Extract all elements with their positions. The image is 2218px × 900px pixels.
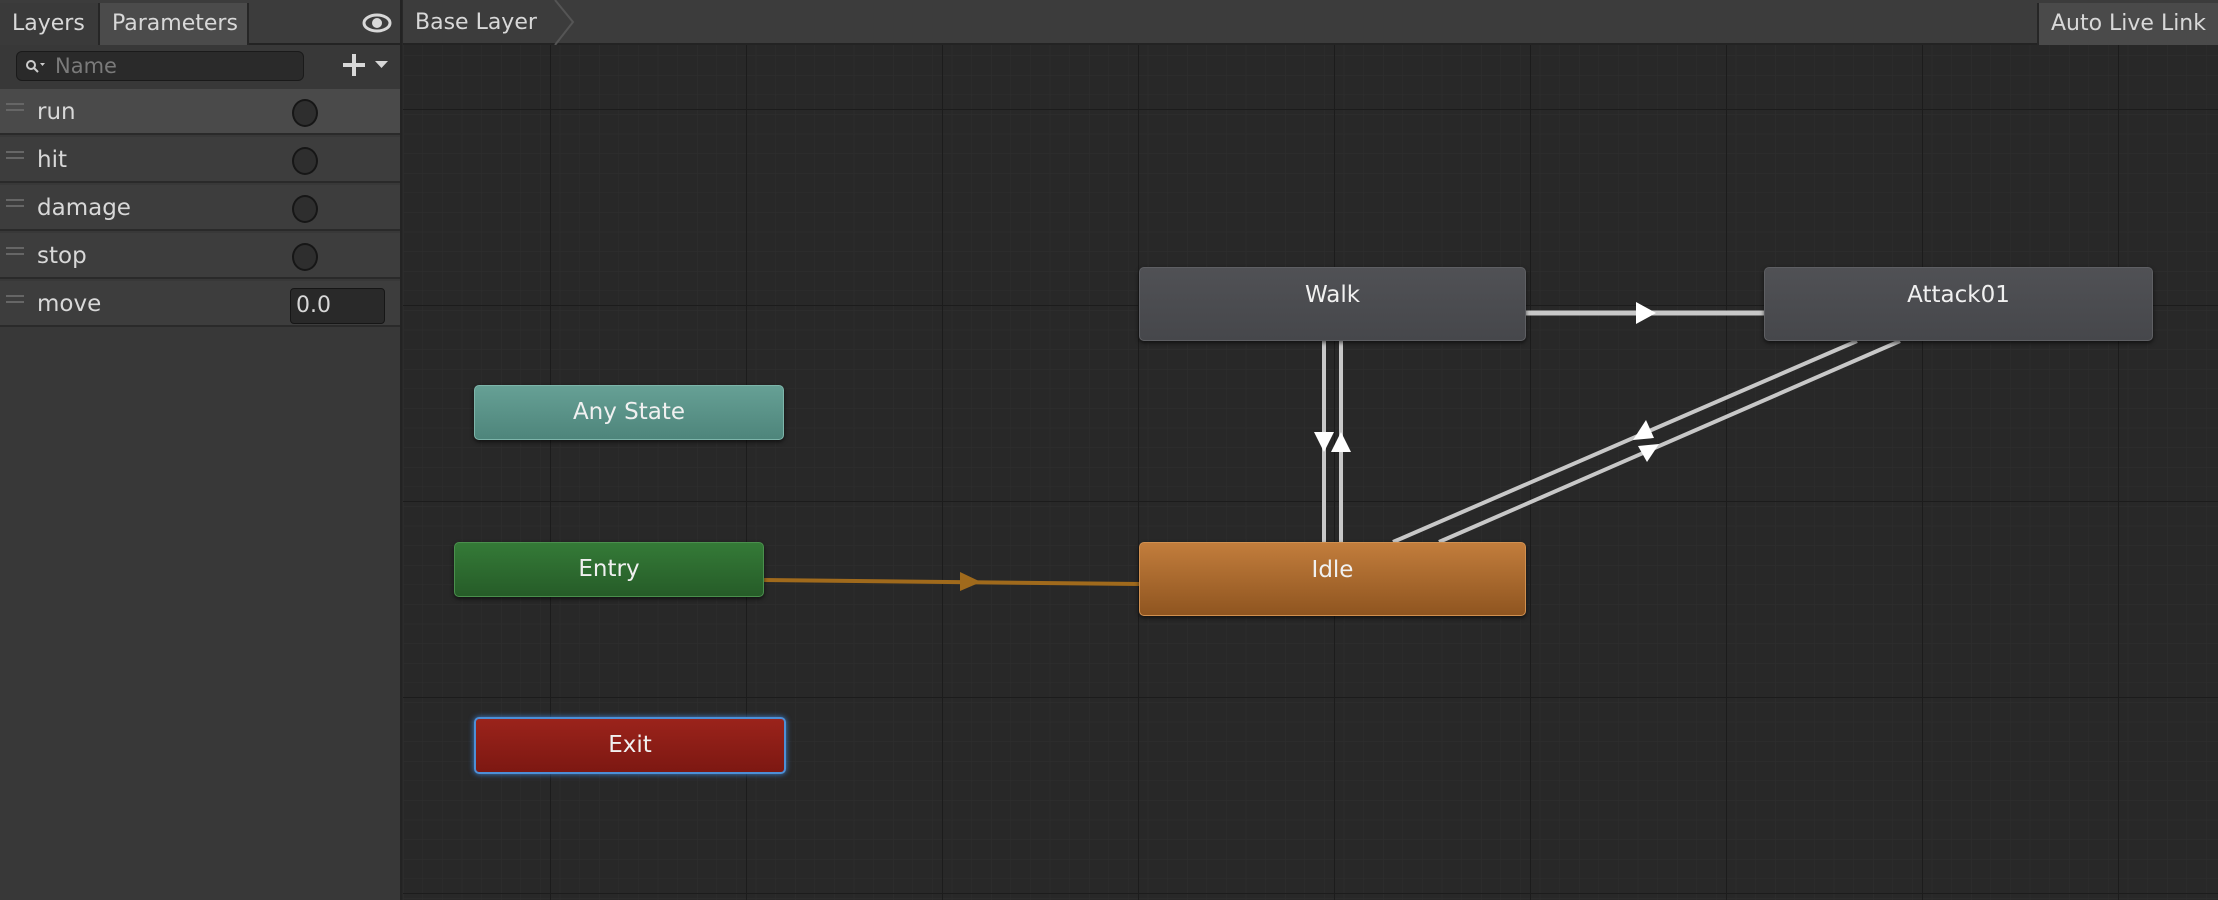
trigger-toggle[interactable]: [292, 99, 318, 127]
drag-handle-icon[interactable]: [6, 247, 24, 255]
add-parameter-button[interactable]: [342, 52, 394, 78]
parameter-name: hit: [37, 147, 67, 173]
drag-handle-icon[interactable]: [6, 295, 24, 303]
float-value-field[interactable]: 0.0: [290, 288, 385, 324]
tab-layers[interactable]: Layers: [0, 3, 100, 45]
parameter-row-stop[interactable]: stop: [0, 233, 400, 279]
state-idle-default[interactable]: Idle: [1139, 542, 1526, 616]
breadcrumb-separator-icon: [554, 0, 575, 45]
drag-handle-icon[interactable]: [6, 103, 24, 111]
parameter-row-move[interactable]: move 0.0: [0, 281, 400, 327]
state-entry[interactable]: Entry: [454, 542, 764, 597]
search-input[interactable]: Name: [16, 51, 304, 81]
search-placeholder: Name: [55, 54, 117, 78]
eye-icon[interactable]: [362, 13, 392, 33]
graph-toolbar: Base Layer Auto Live Link: [403, 0, 2218, 45]
search-icon: [26, 60, 45, 73]
parameter-row-hit[interactable]: hit: [0, 137, 400, 183]
parameter-name: run: [37, 99, 76, 125]
trigger-toggle[interactable]: [292, 195, 318, 223]
parameter-name: stop: [37, 243, 87, 269]
drag-handle-icon[interactable]: [6, 151, 24, 159]
auto-live-link-button[interactable]: Auto Live Link: [2036, 3, 2218, 45]
panel-tabbar: Layers Parameters: [0, 0, 400, 45]
parameters-panel: Layers Parameters Name run hit damage st…: [0, 0, 402, 900]
parameter-row-run[interactable]: run: [0, 89, 400, 135]
breadcrumb-base-layer[interactable]: Base Layer: [403, 3, 573, 43]
state-any-state[interactable]: Any State: [474, 385, 784, 440]
drag-handle-icon[interactable]: [6, 199, 24, 207]
trigger-toggle[interactable]: [292, 243, 318, 271]
parameter-row-damage[interactable]: damage: [0, 185, 400, 231]
state-attack01[interactable]: Attack01: [1764, 267, 2153, 341]
state-exit[interactable]: Exit: [474, 717, 786, 774]
tab-parameters[interactable]: Parameters: [100, 3, 249, 45]
parameter-name: move: [37, 291, 102, 317]
state-walk[interactable]: Walk: [1139, 267, 1526, 341]
trigger-toggle[interactable]: [292, 147, 318, 175]
parameter-name: damage: [37, 195, 131, 221]
